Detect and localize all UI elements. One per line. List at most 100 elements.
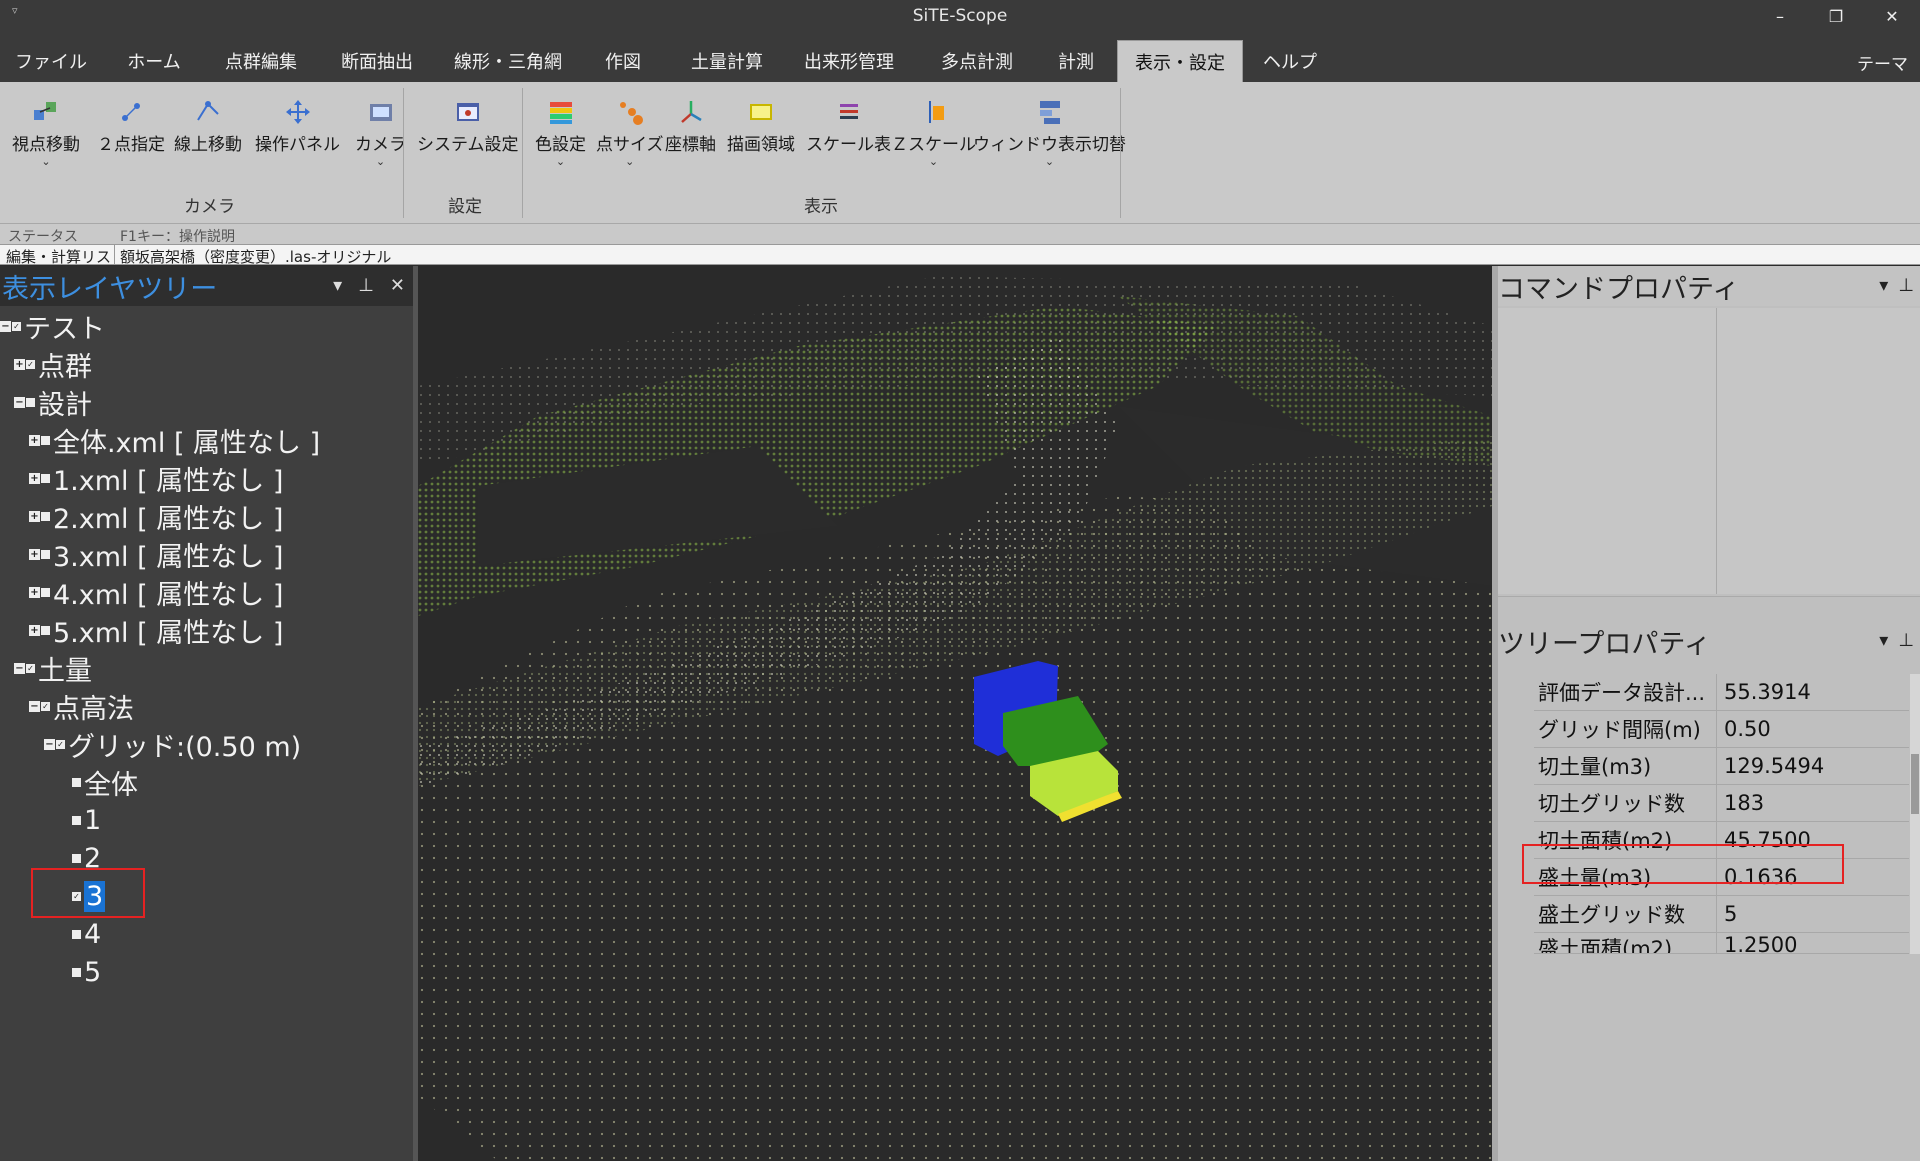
tree-node[interactable]: − ✓ グリッド:(0.50 m) xyxy=(44,726,301,763)
checkbox-icon[interactable]: ✓ xyxy=(26,359,35,369)
coordinate-axis-button[interactable]: 座標軸 xyxy=(665,98,716,155)
tree-node[interactable]: +5.xml [ 属性なし ] xyxy=(29,612,283,649)
tab-alignment-tin[interactable]: 線形・三角網 xyxy=(446,40,570,82)
checkbox-icon[interactable]: ✓ xyxy=(41,701,50,711)
property-row[interactable]: 盛土面積(m2) 1.2500 xyxy=(1534,933,1909,954)
control-panel-button[interactable]: 操作パネル xyxy=(255,98,340,155)
tab-multipoint[interactable]: 多点計測 xyxy=(922,40,1032,82)
property-row[interactable]: グリッド間隔(m) 0.50 xyxy=(1534,711,1909,748)
expand-icon[interactable]: + xyxy=(29,472,40,484)
checkbox-icon[interactable] xyxy=(72,929,81,939)
tab-help[interactable]: ヘルプ xyxy=(1254,40,1326,82)
scale-table-button[interactable]: スケール表 xyxy=(806,98,891,155)
point-cloud-viewport[interactable] xyxy=(418,266,1492,1161)
tree-node[interactable]: 5 xyxy=(72,954,101,990)
property-row[interactable]: 切土グリッド数 183 xyxy=(1534,785,1909,822)
tree-node[interactable]: − ✓ テスト xyxy=(0,308,105,345)
tab-earthwork[interactable]: 土量計算 xyxy=(672,40,782,82)
checkbox-icon[interactable] xyxy=(72,815,81,825)
expand-icon[interactable]: + xyxy=(29,624,40,636)
pin-icon[interactable]: ⊥ xyxy=(1898,630,1914,651)
system-menu-icon[interactable]: ▿ xyxy=(12,4,18,17)
tab-section-extract[interactable]: 断面抽出 xyxy=(322,40,432,82)
checkbox-icon[interactable] xyxy=(72,853,81,863)
expand-icon[interactable]: + xyxy=(14,358,25,370)
color-settings-button[interactable]: 色設定 ⌄ xyxy=(535,98,586,167)
point-size-button[interactable]: 点サイズ ⌄ xyxy=(596,98,664,167)
close-button[interactable]: ✕ xyxy=(1864,0,1920,32)
property-row[interactable]: 評価データ設計... 55.3914 xyxy=(1534,674,1909,711)
draw-area-button[interactable]: 描画領域 xyxy=(727,98,795,155)
collapse-icon[interactable]: − xyxy=(14,396,25,408)
collapse-icon[interactable]: − xyxy=(14,662,25,674)
minimize-button[interactable]: – xyxy=(1752,0,1808,32)
point-cloud-canvas[interactable] xyxy=(418,266,1492,1161)
collapse-icon[interactable]: − xyxy=(44,738,55,750)
viewpoint-move-icon xyxy=(32,98,60,126)
tree-node[interactable]: − ✓ 点高法 xyxy=(29,688,134,725)
theme-menu[interactable]: テーマ xyxy=(1857,50,1908,75)
tab-measure[interactable]: 計測 xyxy=(1046,40,1106,82)
checkbox-icon[interactable] xyxy=(72,777,81,787)
dropdown-icon[interactable]: ▾ xyxy=(333,275,342,296)
collapse-icon[interactable]: − xyxy=(29,700,40,712)
group-label-display: 表示 xyxy=(804,197,838,217)
tree-node[interactable]: − 設計 xyxy=(14,384,92,421)
checkbox-icon[interactable]: ✓ xyxy=(12,321,21,331)
restore-button[interactable]: ❐ xyxy=(1808,0,1864,32)
system-settings-button[interactable]: システム設定 xyxy=(417,98,519,155)
expand-icon[interactable]: + xyxy=(29,510,40,522)
pin-icon[interactable]: ⊥ xyxy=(358,275,374,296)
tree-node[interactable]: − ✓ 土量 xyxy=(14,650,92,687)
z-scale-button[interactable]: Ｚスケール ⌄ xyxy=(891,98,976,167)
tab-home[interactable]: ホーム xyxy=(114,40,194,82)
highlight-box xyxy=(31,868,145,918)
tree-node[interactable]: +1.xml [ 属性なし ] xyxy=(29,460,283,497)
chevron-down-icon: ⌄ xyxy=(41,155,51,168)
scrollbar-thumb[interactable] xyxy=(1911,754,1919,814)
expand-icon[interactable]: + xyxy=(29,434,40,446)
checkbox-icon[interactable] xyxy=(41,435,50,445)
tree-node[interactable]: 全体 xyxy=(72,764,138,801)
tab-drawing[interactable]: 作図 xyxy=(584,40,662,82)
file-name: 額坂高架橋（密度変更）.las-オリジナル xyxy=(120,248,392,266)
tab-asbuilt[interactable]: 出来形管理 xyxy=(792,40,906,82)
settings-window-icon xyxy=(454,98,482,126)
tree-node[interactable]: 4 xyxy=(72,916,101,952)
property-row[interactable]: 切土量(m3) 129.5494 xyxy=(1534,748,1909,785)
tree-node[interactable]: +4.xml [ 属性なし ] xyxy=(29,574,283,611)
two-point-button[interactable]: ２点指定 xyxy=(97,98,165,155)
checkbox-icon[interactable] xyxy=(72,967,81,977)
tree-node[interactable]: 1 xyxy=(72,802,101,838)
checkbox-icon[interactable]: ✓ xyxy=(26,663,35,673)
checkbox-icon[interactable] xyxy=(26,397,35,407)
expand-icon[interactable]: + xyxy=(29,586,40,598)
camera-button[interactable]: カメラ ⌄ xyxy=(355,98,406,167)
tree-node[interactable]: +3.xml [ 属性なし ] xyxy=(29,536,283,573)
expand-icon[interactable]: + xyxy=(29,548,40,560)
tab-file[interactable]: ファイル xyxy=(0,40,102,82)
viewpoint-move-button[interactable]: 視点移動 ⌄ xyxy=(12,98,80,167)
checkbox-icon[interactable] xyxy=(41,549,50,559)
tree-node[interactable]: +2.xml [ 属性なし ] xyxy=(29,498,283,535)
tab-display-settings[interactable]: 表示・設定 xyxy=(1117,40,1243,82)
collapse-icon[interactable]: − xyxy=(0,320,11,332)
scrollbar[interactable] xyxy=(1910,674,1920,954)
edit-list-label[interactable]: 編集・計算リス xyxy=(6,246,111,267)
close-icon[interactable]: ✕ xyxy=(390,275,405,296)
ribbon-separator xyxy=(1120,88,1121,218)
dropdown-icon[interactable]: ▾ xyxy=(1879,630,1888,651)
tab-pointcloud-edit[interactable]: 点群編集 xyxy=(206,40,316,82)
tree-node[interactable]: + 全体.xml [ 属性なし ] xyxy=(29,422,320,459)
checkbox-icon[interactable]: ✓ xyxy=(56,739,65,749)
line-move-button[interactable]: 線上移動 xyxy=(174,98,242,155)
checkbox-icon[interactable] xyxy=(41,473,50,483)
property-row[interactable]: 盛土グリッド数 5 xyxy=(1534,896,1909,933)
pin-icon[interactable]: ⊥ xyxy=(1898,275,1914,296)
checkbox-icon[interactable] xyxy=(41,511,50,521)
checkbox-icon[interactable] xyxy=(41,587,50,597)
dropdown-icon[interactable]: ▾ xyxy=(1879,275,1888,296)
window-toggle-button[interactable]: ウィンドウ表示切替 ⌄ xyxy=(973,98,1126,167)
checkbox-icon[interactable] xyxy=(41,625,50,635)
tree-node[interactable]: + ✓ 点群 xyxy=(14,346,92,383)
